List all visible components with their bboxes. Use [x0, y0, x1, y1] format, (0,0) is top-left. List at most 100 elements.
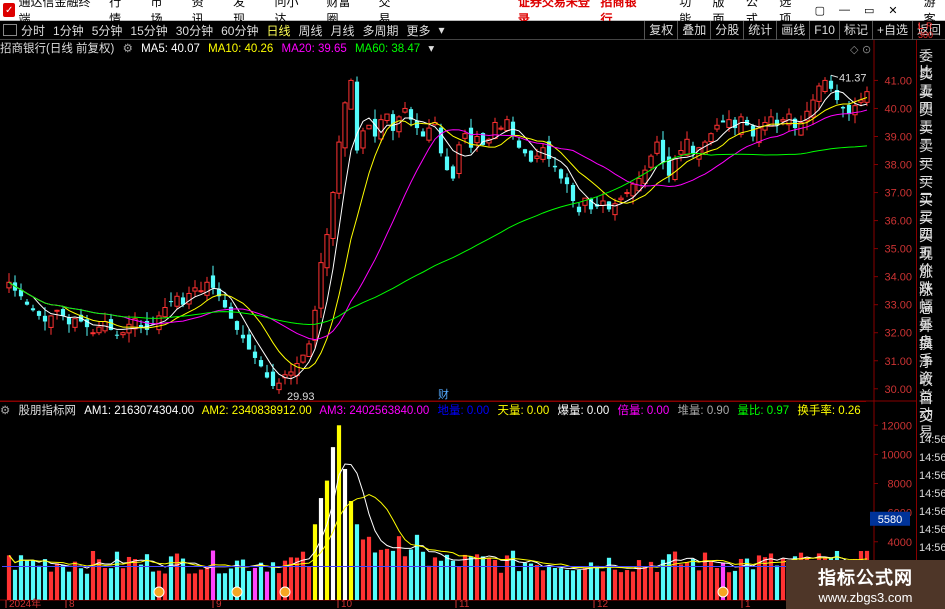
volume-bar [36, 565, 42, 600]
restore-icon[interactable]: ▭ [864, 4, 874, 17]
volume-bar [630, 571, 636, 600]
main-indicator-line: 招商银行(日线 前复权) ⚙ MA5: 40.07 MA10: 40.26 MA… [0, 40, 439, 56]
candle-down [240, 334, 246, 339]
candle-down [60, 309, 66, 316]
volume-bar [456, 566, 462, 600]
candle-up [726, 119, 732, 128]
candle-down [36, 311, 42, 316]
candle-down [420, 131, 426, 137]
price-axis-label: 41.00 [884, 75, 912, 87]
candle-up [654, 141, 660, 154]
candle-up [684, 138, 690, 156]
candle-down [414, 120, 420, 129]
high-price-label: 41.37 [839, 72, 867, 84]
app-window: ✓ 通达信金融终端 行情 市场 资讯 发现 问小达 财富圈 交易 证券交易未登录… [0, 0, 945, 609]
right-panel-label: 14:56 [919, 470, 945, 482]
volume-bar [276, 573, 282, 600]
period-1min[interactable]: 1分钟 [53, 22, 84, 39]
volume-bar [582, 567, 588, 600]
minimize-icon[interactable]: — [839, 4, 850, 16]
split-button[interactable]: 分股 [710, 21, 743, 40]
candle-up [402, 107, 408, 113]
volume-bar [690, 559, 696, 600]
ma20-label: MA20: 39.65 [281, 43, 347, 55]
volume-bar [348, 500, 354, 600]
candle-up [366, 124, 372, 130]
volume-bar [300, 551, 306, 600]
candle-up [822, 79, 828, 93]
signal-marker [717, 586, 729, 598]
close-icon[interactable]: ✕ [888, 4, 897, 17]
layout-icon[interactable] [3, 24, 17, 36]
period-weekly[interactable]: 周线 [298, 22, 322, 39]
more-chevron-icon[interactable]: ▾ [439, 23, 445, 37]
period-30min[interactable]: 30分钟 [176, 22, 213, 39]
period-multi[interactable]: 多周期 [363, 22, 399, 39]
candle-up [330, 192, 336, 239]
candle-up [72, 318, 78, 328]
fuquan-button[interactable]: 复权 [644, 21, 677, 40]
more-indicator-icon[interactable]: ▾ [428, 43, 434, 55]
baoliang-label: 爆量: 0.00 [557, 405, 610, 417]
volume-bar [414, 534, 420, 600]
price-axis-label: 40.00 [884, 103, 912, 115]
volume-bar [384, 548, 390, 600]
candle-up [198, 290, 204, 293]
corner-marker: L R 300 [918, 21, 934, 40]
candle-down [660, 139, 666, 162]
candle-up [312, 309, 318, 341]
period-60min[interactable]: 60分钟 [221, 22, 258, 39]
am2-label: AM2: 2340838912.00 [201, 405, 312, 417]
period-15min[interactable]: 15分钟 [130, 22, 167, 39]
volume-bar [408, 549, 414, 600]
period-5min[interactable]: 5分钟 [92, 22, 123, 39]
shirt-skin-icon[interactable]: ▢ [815, 4, 825, 17]
draw-button[interactable]: 画线 [776, 21, 809, 40]
overlay-button[interactable]: 叠加 [677, 21, 710, 40]
add-watchlist-button[interactable]: +自选 [871, 21, 912, 40]
period-daily[interactable]: 日线 [266, 22, 290, 39]
candle-up [348, 79, 354, 110]
candle-down [450, 166, 456, 179]
candle-up [48, 315, 54, 328]
volume-bar [102, 568, 108, 600]
volume-bar [66, 571, 72, 600]
period-more[interactable]: 更多 [407, 22, 431, 39]
volume-bar [618, 572, 624, 600]
sub-gear-icon[interactable]: ⚙ [0, 405, 10, 417]
month-label: 11 [459, 599, 470, 609]
volume-bar [138, 564, 144, 600]
stats-button[interactable]: 统计 [743, 21, 776, 40]
kline-chart[interactable]: 41.00 40.00 39.00 38.00 37.00 36.00 35.00 34.00… [0, 40, 916, 609]
month-label: 2024年 [9, 597, 41, 609]
period-monthly[interactable]: 月线 [331, 22, 355, 39]
mark-button[interactable]: 标记 [838, 21, 872, 40]
volume-bar [78, 568, 84, 600]
candle-down [690, 145, 696, 154]
candle-down [24, 301, 30, 305]
volume-bar [522, 562, 528, 600]
f10-button[interactable]: F10 [809, 21, 839, 40]
candle-up [738, 116, 744, 135]
sub-indicator-line: ⚙ 股朋指标网 AM1: 2163074304.00 AM2: 23408389… [0, 401, 866, 417]
signal-marker [231, 586, 243, 598]
ma5-label: MA5: 40.07 [141, 43, 200, 55]
price-axis-label: 34.00 [884, 272, 912, 284]
period-toolbar: 分时 1分钟 5分钟 15分钟 30分钟 60分钟 日线 周线 月线 多周期 更… [0, 21, 945, 40]
vol-axis-label: 10000 [881, 449, 912, 461]
period-fenshi[interactable]: 分时 [21, 22, 45, 39]
finance-marker: 财 [438, 387, 449, 401]
candle-up [462, 133, 468, 139]
month-label: 10 [341, 599, 353, 609]
volume-bar [648, 561, 654, 600]
candle-down [114, 334, 120, 336]
right-panel-label: 14:56 [919, 506, 945, 518]
price-axis-label: 38.00 [884, 160, 912, 172]
candle-down [522, 149, 528, 154]
liangbi-label: 量比: 0.97 [737, 405, 790, 417]
volume-bar [330, 447, 336, 600]
settings-gear-icon[interactable]: ⚙ [123, 43, 133, 55]
volume-bar [312, 524, 318, 600]
candle-up [456, 144, 462, 175]
volume-bar [564, 569, 570, 600]
